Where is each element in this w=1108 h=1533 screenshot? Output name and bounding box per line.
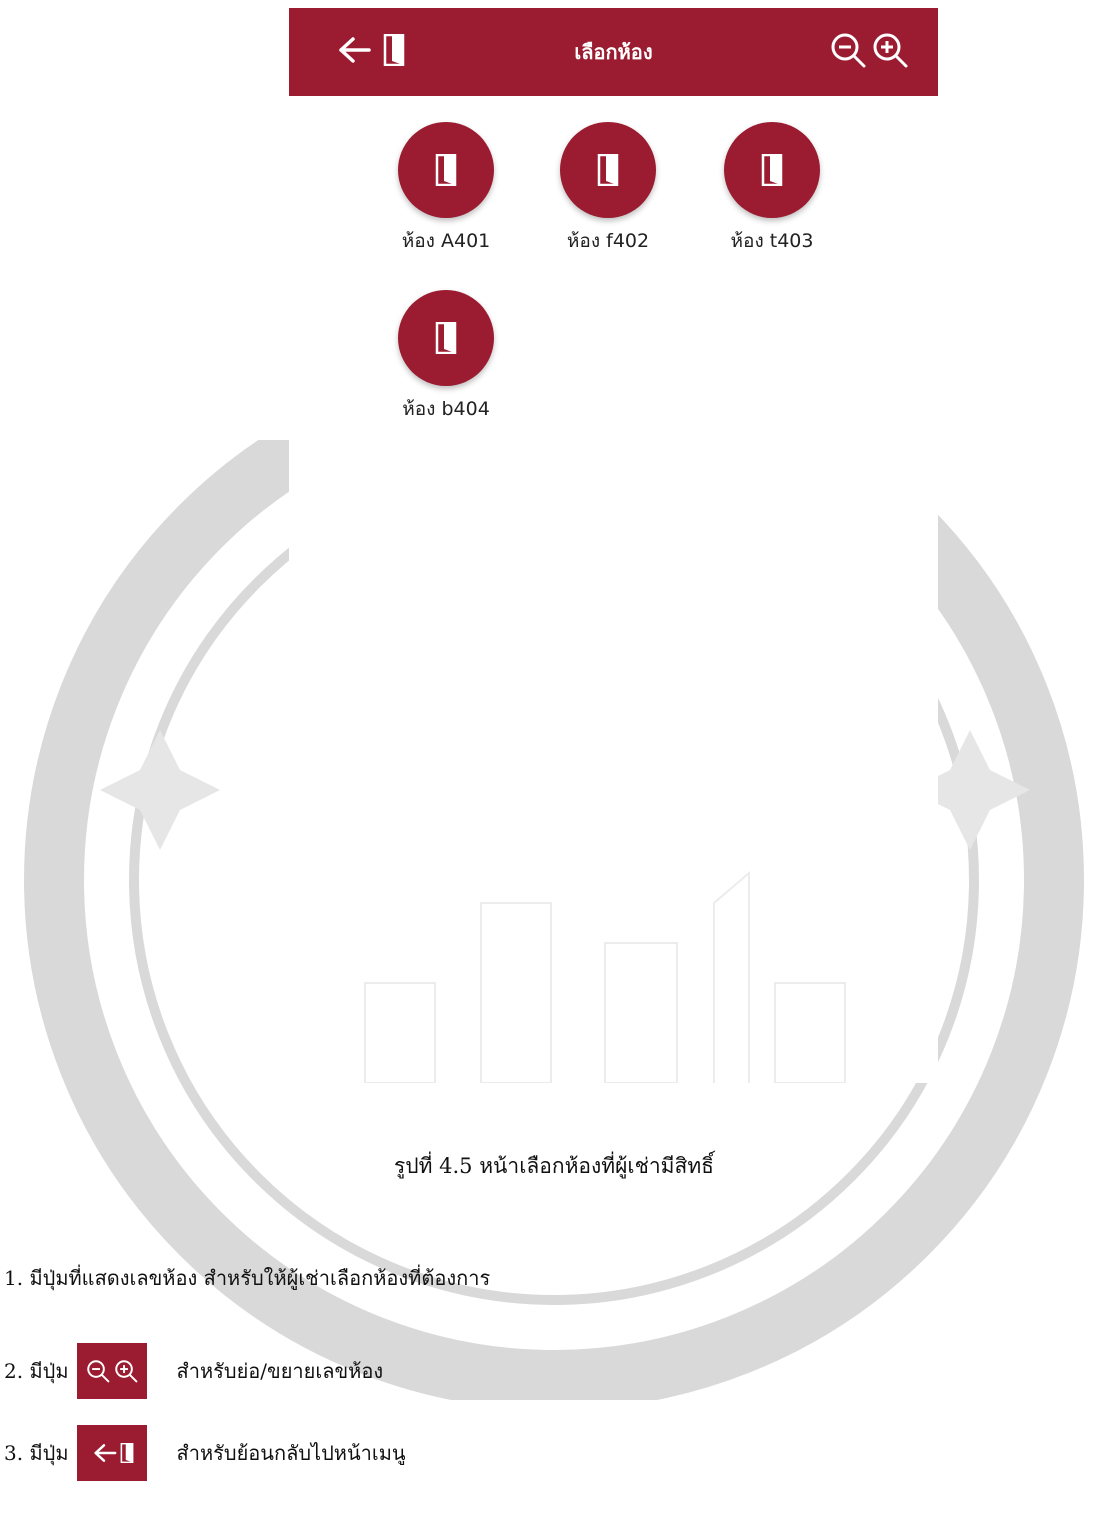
room-button-a401[interactable]: ห้อง A401 xyxy=(376,122,516,256)
room-circle[interactable] xyxy=(560,122,656,218)
room-circle[interactable] xyxy=(398,122,494,218)
zoom-buttons-sample xyxy=(76,1343,147,1399)
room-button-f402[interactable]: ห้อง f402 xyxy=(538,122,678,256)
description-item-3: 3. มีปุ่ม สำหรับย้อนกลับไปหน้าเมนู xyxy=(4,1425,406,1481)
back-button-sample xyxy=(76,1425,147,1481)
description-prefix: 3. มีปุ่ม xyxy=(4,1441,69,1465)
zoom-in-icon[interactable] xyxy=(870,30,910,74)
room-label: ห้อง A401 xyxy=(401,230,491,252)
description-text: สำหรับย่อ/ขยายเลขห้อง xyxy=(176,1359,384,1383)
door-icon xyxy=(435,154,457,186)
room-circle[interactable] xyxy=(398,290,494,386)
door-icon xyxy=(761,154,783,186)
door-icon xyxy=(120,1443,133,1463)
back-arrow-icon xyxy=(93,1444,116,1462)
description-prefix: 2. มีปุ่ม xyxy=(4,1359,69,1383)
room-circle[interactable] xyxy=(724,122,820,218)
description-item-1: 1. มีปุ่มที่แสดงเลขห้อง สำหรับให้ผู้เช่า… xyxy=(4,1262,490,1294)
app-bar: เลือกห้อง xyxy=(289,8,938,96)
room-label: ห้อง b404 xyxy=(402,398,490,420)
figure-caption: รูปที่ 4.5 หน้าเลือกห้องที่ผู้เช่ามีสิทธ… xyxy=(394,1154,714,1178)
door-icon xyxy=(435,322,457,354)
room-label: ห้อง f402 xyxy=(566,230,650,252)
room-label: ห้อง t403 xyxy=(730,230,814,252)
zoom-in-icon xyxy=(114,1360,137,1383)
description-text: 1. มีปุ่มที่แสดงเลขห้อง สำหรับให้ผู้เช่า… xyxy=(4,1266,491,1290)
city-skyline-background xyxy=(364,870,846,1083)
zoom-out-icon[interactable] xyxy=(828,30,868,74)
description-text: สำหรับย้อนกลับไปหน้าเมนู xyxy=(176,1441,406,1465)
room-button-b404[interactable]: ห้อง b404 xyxy=(376,290,516,424)
zoom-out-icon xyxy=(86,1360,109,1383)
room-button-t403[interactable]: ห้อง t403 xyxy=(702,122,842,256)
description-item-2: 2. มีปุ่ม สำหรับย่อ/ขยายเลขห้อง xyxy=(4,1343,383,1399)
app-screenshot: เลือกห้อง ห้อง A401 ห้อง f402 ห้อง t403 … xyxy=(289,8,938,1083)
door-icon xyxy=(597,154,619,186)
